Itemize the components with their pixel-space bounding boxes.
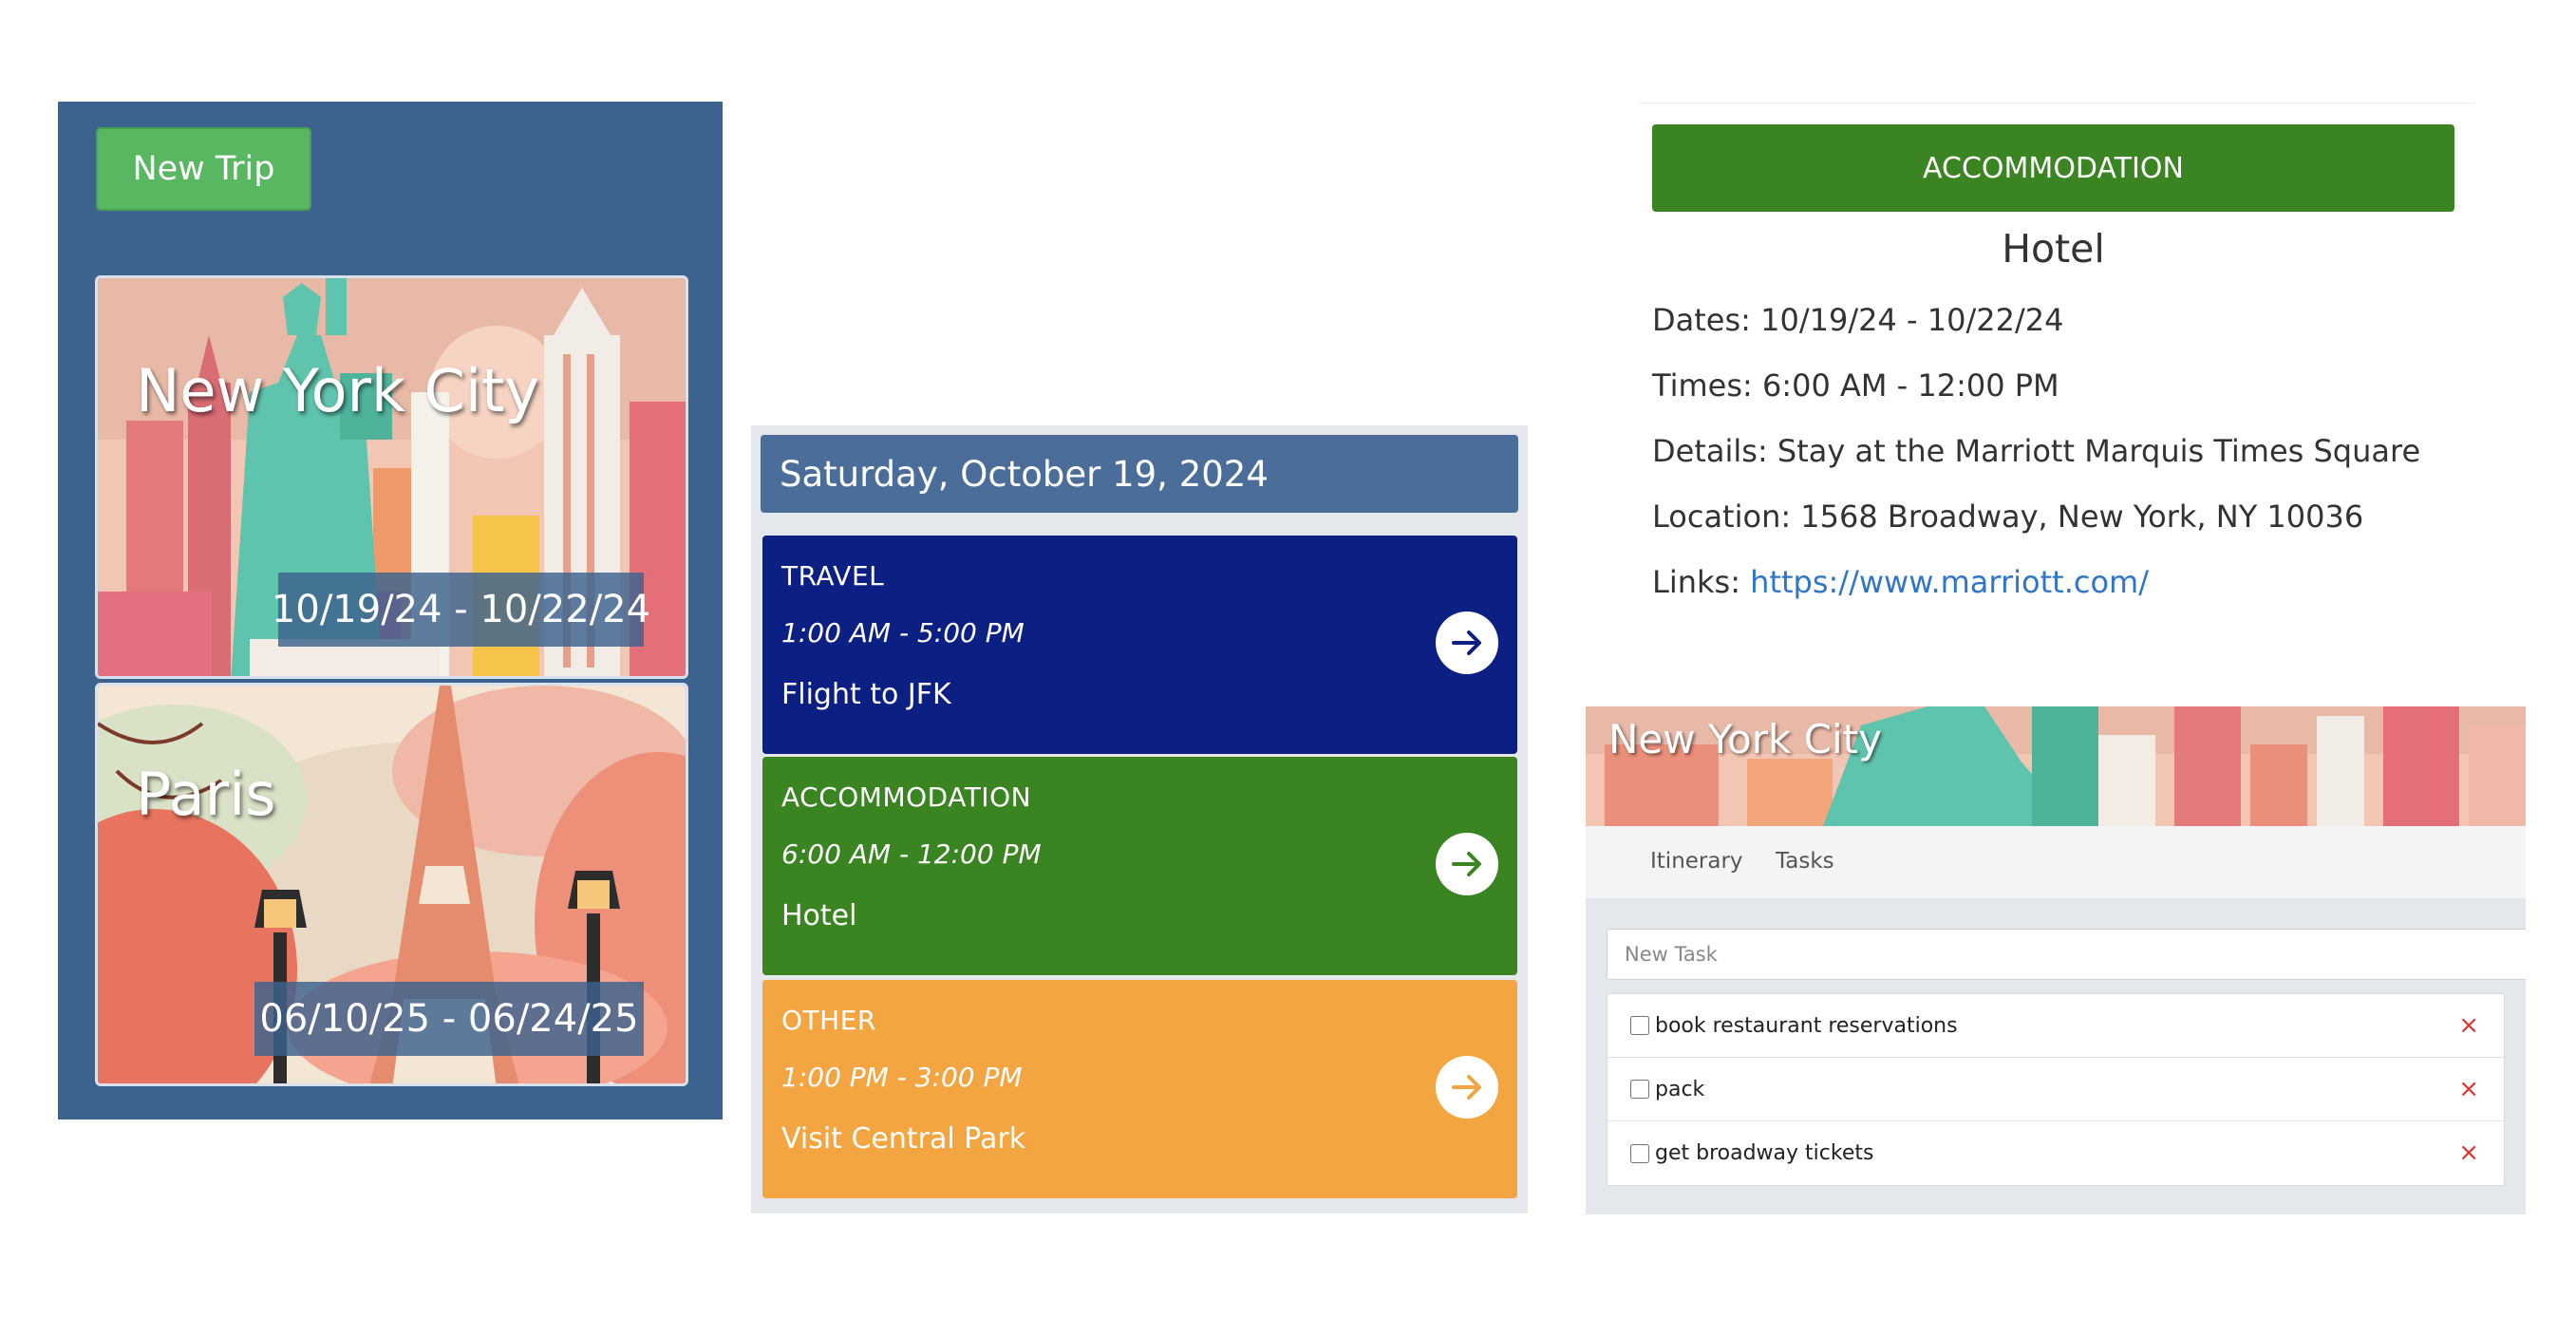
task-checkbox[interactable] (1630, 1016, 1649, 1035)
arrow-right-icon[interactable] (1436, 611, 1498, 674)
trip-tasks-panel: New York City Itinerary Tasks book resta… (1586, 706, 2526, 1214)
detail-location-value: 1568 Broadway, New York, NY 10036 (1800, 499, 2364, 535)
task-checkbox[interactable] (1630, 1080, 1649, 1099)
arrow-right-icon[interactable] (1436, 1056, 1498, 1119)
task-item: pack × (1608, 1058, 2504, 1121)
trip-list-panel: New Trip New York City 10/19/24 - 10/22/… (58, 102, 723, 1119)
task-text: book restaurant reservations (1655, 1013, 1958, 1038)
task-item: book restaurant reservations × (1608, 994, 2504, 1058)
close-icon[interactable]: × (2458, 1077, 2479, 1101)
trip-card-paris[interactable]: Paris 06/10/25 - 06/24/25 (95, 683, 688, 1086)
event-category: OTHER (781, 1005, 876, 1036)
task-checkbox[interactable] (1630, 1143, 1649, 1163)
detail-links-label: Links: (1652, 564, 1740, 600)
trip-title: New York City (1608, 716, 1882, 762)
event-title: Hotel (781, 899, 857, 932)
task-list: book restaurant reservations × pack × ge… (1607, 993, 2505, 1186)
close-icon[interactable]: × (2458, 1013, 2479, 1038)
detail-details-label: Details: (1652, 433, 1768, 469)
detail-link[interactable]: https://www.marriott.com/ (1750, 564, 2149, 600)
event-time: 6:00 AM - 12:00 PM (781, 838, 1042, 870)
task-text: get broadway tickets (1655, 1141, 1874, 1165)
trip-tabs: Itinerary Tasks (1586, 826, 2526, 898)
tab-tasks[interactable]: Tasks (1776, 849, 1834, 874)
day-header: Saturday, October 19, 2024 (761, 435, 1518, 513)
detail-times: Times: 6:00 AM - 12:00 PM (1652, 367, 2059, 404)
detail-links: Links: https://www.marriott.com/ (1652, 564, 2149, 600)
new-task-input[interactable] (1607, 929, 2526, 980)
event-card-travel[interactable]: TRAVEL 1:00 AM - 5:00 PM Flight to JFK (762, 536, 1517, 754)
trip-card-new-york-city[interactable]: New York City 10/19/24 - 10/22/24 (95, 275, 688, 679)
task-text: pack (1655, 1077, 1705, 1101)
event-card-accommodation[interactable]: ACCOMMODATION 6:00 AM - 12:00 PM Hotel (762, 757, 1517, 975)
close-icon[interactable]: × (2458, 1140, 2479, 1165)
arrow-right-icon[interactable] (1436, 833, 1498, 895)
trip-dates: 10/19/24 - 10/22/24 (272, 573, 650, 647)
detail-times-value: 6:00 AM - 12:00 PM (1761, 367, 2059, 404)
event-detail-panel: ACCOMMODATION Hotel Dates: 10/19/24 - 10… (1633, 103, 2488, 634)
detail-times-label: Times: (1652, 367, 1753, 404)
trip-name: New York City (136, 356, 540, 425)
trip-banner: New York City (1586, 706, 2526, 826)
event-detail-title: Hotel (2002, 226, 2105, 272)
detail-dates-label: Dates: (1652, 302, 1751, 338)
event-category: TRAVEL (781, 560, 885, 592)
detail-location: Location: 1568 Broadway, New York, NY 10… (1652, 499, 2363, 535)
detail-details-value: Stay at the Marriott Marquis Times Squar… (1777, 433, 2421, 469)
event-time: 1:00 AM - 5:00 PM (781, 617, 1025, 649)
task-item: get broadway tickets × (1608, 1121, 2504, 1185)
event-category: ACCOMMODATION (781, 781, 1032, 813)
detail-dates-value: 10/19/24 - 10/22/24 (1760, 302, 2064, 338)
event-category-button[interactable]: ACCOMMODATION (1652, 124, 2454, 212)
event-time: 1:00 PM - 3:00 PM (781, 1062, 1023, 1093)
detail-location-label: Location: (1652, 499, 1792, 535)
itinerary-day-panel: Saturday, October 19, 2024 TRAVEL 1:00 A… (751, 425, 1528, 1214)
trip-dates: 06/10/25 - 06/24/25 (254, 982, 644, 1056)
detail-details: Details: Stay at the Marriott Marquis Ti… (1652, 433, 2420, 469)
new-trip-button[interactable]: New Trip (96, 127, 311, 211)
trip-name: Paris (136, 760, 276, 829)
tab-itinerary[interactable]: Itinerary (1650, 849, 1743, 874)
event-card-other[interactable]: OTHER 1:00 PM - 3:00 PM Visit Central Pa… (762, 980, 1517, 1198)
event-title: Visit Central Park (781, 1122, 1026, 1156)
detail-dates: Dates: 10/19/24 - 10/22/24 (1652, 302, 2063, 338)
event-title: Flight to JFK (781, 678, 951, 711)
